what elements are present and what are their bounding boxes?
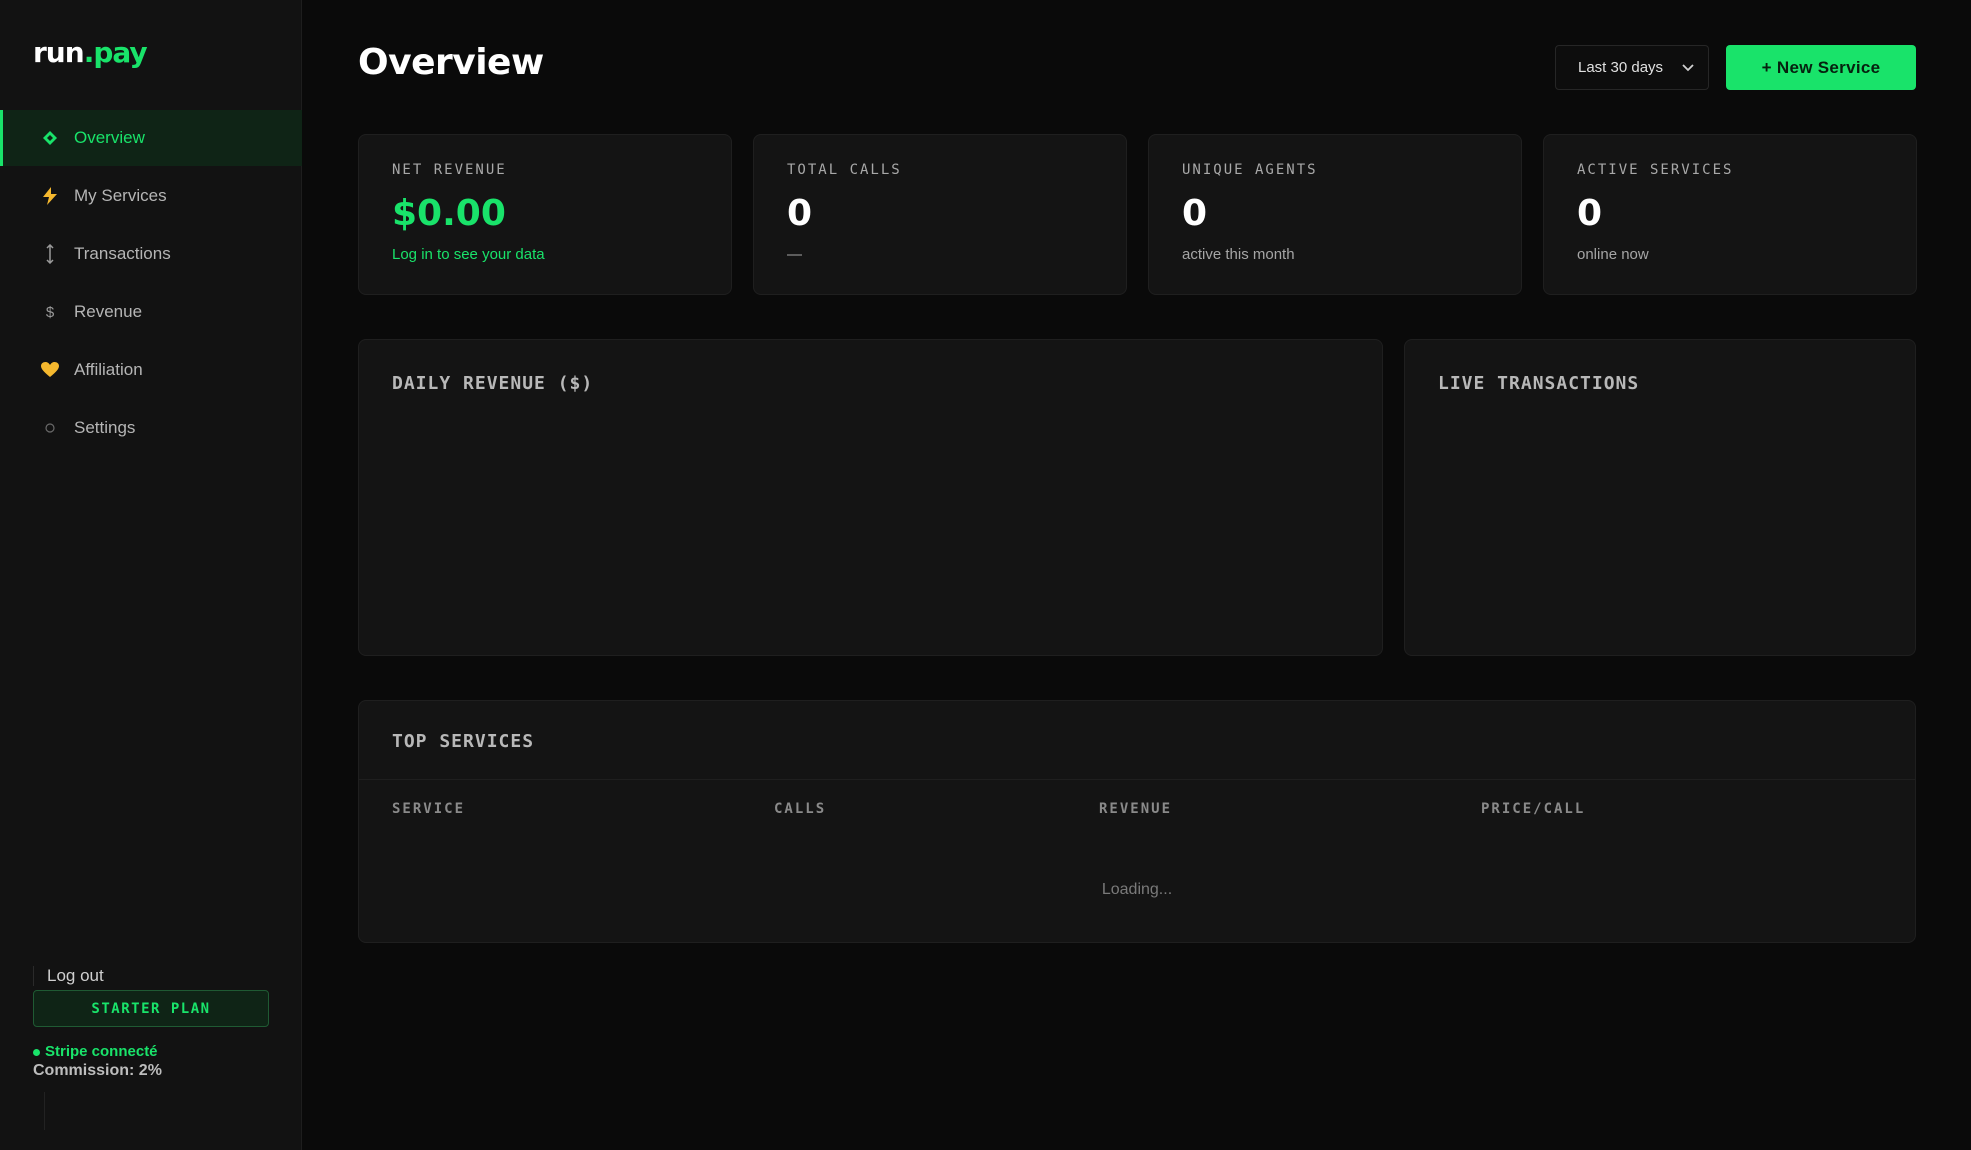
sidebar-item-label: Overview bbox=[74, 128, 145, 147]
sidebar-item-revenue[interactable]: $ Revenue bbox=[0, 284, 302, 340]
daily-revenue-panel: DAILY REVENUE ($) bbox=[358, 339, 1383, 656]
page-title: Overview bbox=[358, 42, 544, 83]
diamond-icon bbox=[40, 128, 60, 148]
column-header-price-per-call[interactable]: PRICE/CALL bbox=[1481, 801, 1585, 817]
live-transactions-panel: LIVE TRANSACTIONS bbox=[1404, 339, 1916, 656]
logo[interactable]: run.pay bbox=[33, 36, 148, 69]
logout-button[interactable]: Log out bbox=[33, 966, 269, 986]
commission-text: Commission: 2% bbox=[33, 1062, 162, 1079]
divider bbox=[359, 779, 1915, 780]
logo-accent: pay bbox=[93, 36, 147, 69]
circle-icon bbox=[40, 418, 60, 438]
stat-value: 0 bbox=[1577, 193, 1603, 234]
sidebar-item-label: Settings bbox=[74, 418, 136, 437]
sidebar-item-label: Affiliation bbox=[74, 360, 143, 379]
stat-label: TOTAL CALLS bbox=[787, 162, 902, 178]
sidebar-item-overview[interactable]: Overview bbox=[0, 110, 302, 166]
date-range-select[interactable]: Last 30 days bbox=[1555, 45, 1709, 90]
sidebar-nav: Overview My Services Transactions $ Reve… bbox=[0, 110, 302, 458]
stripe-status: Stripe connecté bbox=[33, 1043, 269, 1060]
divider bbox=[44, 1092, 45, 1130]
stat-value: 0 bbox=[787, 193, 813, 234]
sidebar-item-affiliation[interactable]: Affiliation bbox=[0, 342, 302, 398]
stat-card-active-services: ACTIVE SERVICES 0 online now bbox=[1543, 134, 1917, 295]
stat-sub: — bbox=[787, 246, 802, 263]
dollar-icon: $ bbox=[45, 303, 55, 321]
heart-icon bbox=[40, 360, 60, 380]
stat-value: 0 bbox=[1182, 193, 1208, 234]
stat-label: ACTIVE SERVICES bbox=[1577, 162, 1734, 178]
logo-main: run bbox=[33, 36, 85, 69]
top-services-title: TOP SERVICES bbox=[392, 731, 535, 752]
sidebar-item-my-services[interactable]: My Services bbox=[0, 168, 302, 224]
date-range-value: Last 30 days bbox=[1578, 59, 1664, 76]
sidebar-item-label: My Services bbox=[74, 186, 167, 205]
new-service-button[interactable]: + New Service bbox=[1726, 45, 1916, 90]
stat-value: $0.00 bbox=[392, 193, 506, 234]
stripe-status-label: Stripe connecté bbox=[45, 1043, 158, 1060]
chevron-down-icon bbox=[1682, 60, 1694, 75]
stat-sub: active this month bbox=[1182, 246, 1295, 263]
sidebar: run.pay Overview My Services Transaction… bbox=[0, 0, 302, 1150]
stat-card-unique-agents: UNIQUE AGENTS 0 active this month bbox=[1148, 134, 1522, 295]
sidebar-item-settings[interactable]: Settings bbox=[0, 400, 302, 456]
sidebar-footer: Log out STARTER PLAN Stripe connecté Com… bbox=[33, 966, 269, 1080]
stat-card-net-revenue: NET REVENUE $0.00 Log in to see your dat… bbox=[358, 134, 732, 295]
column-header-service[interactable]: SERVICE bbox=[392, 801, 465, 817]
live-transactions-title: LIVE TRANSACTIONS bbox=[1438, 373, 1640, 394]
sidebar-item-label: Revenue bbox=[74, 302, 143, 321]
stat-card-total-calls: TOTAL CALLS 0 — bbox=[753, 134, 1127, 295]
loading-text: Loading... bbox=[1101, 881, 1173, 898]
logo-dot: . bbox=[83, 36, 95, 69]
updown-arrow-icon bbox=[40, 244, 60, 264]
sidebar-item-label: Transactions bbox=[74, 244, 171, 263]
column-header-calls[interactable]: CALLS bbox=[774, 801, 826, 817]
login-link[interactable]: Log in to see your data bbox=[392, 246, 698, 263]
stat-label: NET REVENUE bbox=[392, 162, 507, 178]
top-services-panel: TOP SERVICES SERVICE CALLS REVENUE PRICE… bbox=[358, 700, 1916, 943]
column-header-revenue[interactable]: REVENUE bbox=[1099, 801, 1172, 817]
lightning-icon bbox=[40, 186, 60, 206]
daily-revenue-title: DAILY REVENUE ($) bbox=[392, 373, 594, 394]
sidebar-item-transactions[interactable]: Transactions bbox=[0, 226, 302, 282]
stat-sub: online now bbox=[1577, 246, 1649, 263]
plan-badge[interactable]: STARTER PLAN bbox=[33, 990, 269, 1027]
status-dot-icon bbox=[33, 1048, 40, 1056]
stat-label: UNIQUE AGENTS bbox=[1182, 162, 1318, 178]
